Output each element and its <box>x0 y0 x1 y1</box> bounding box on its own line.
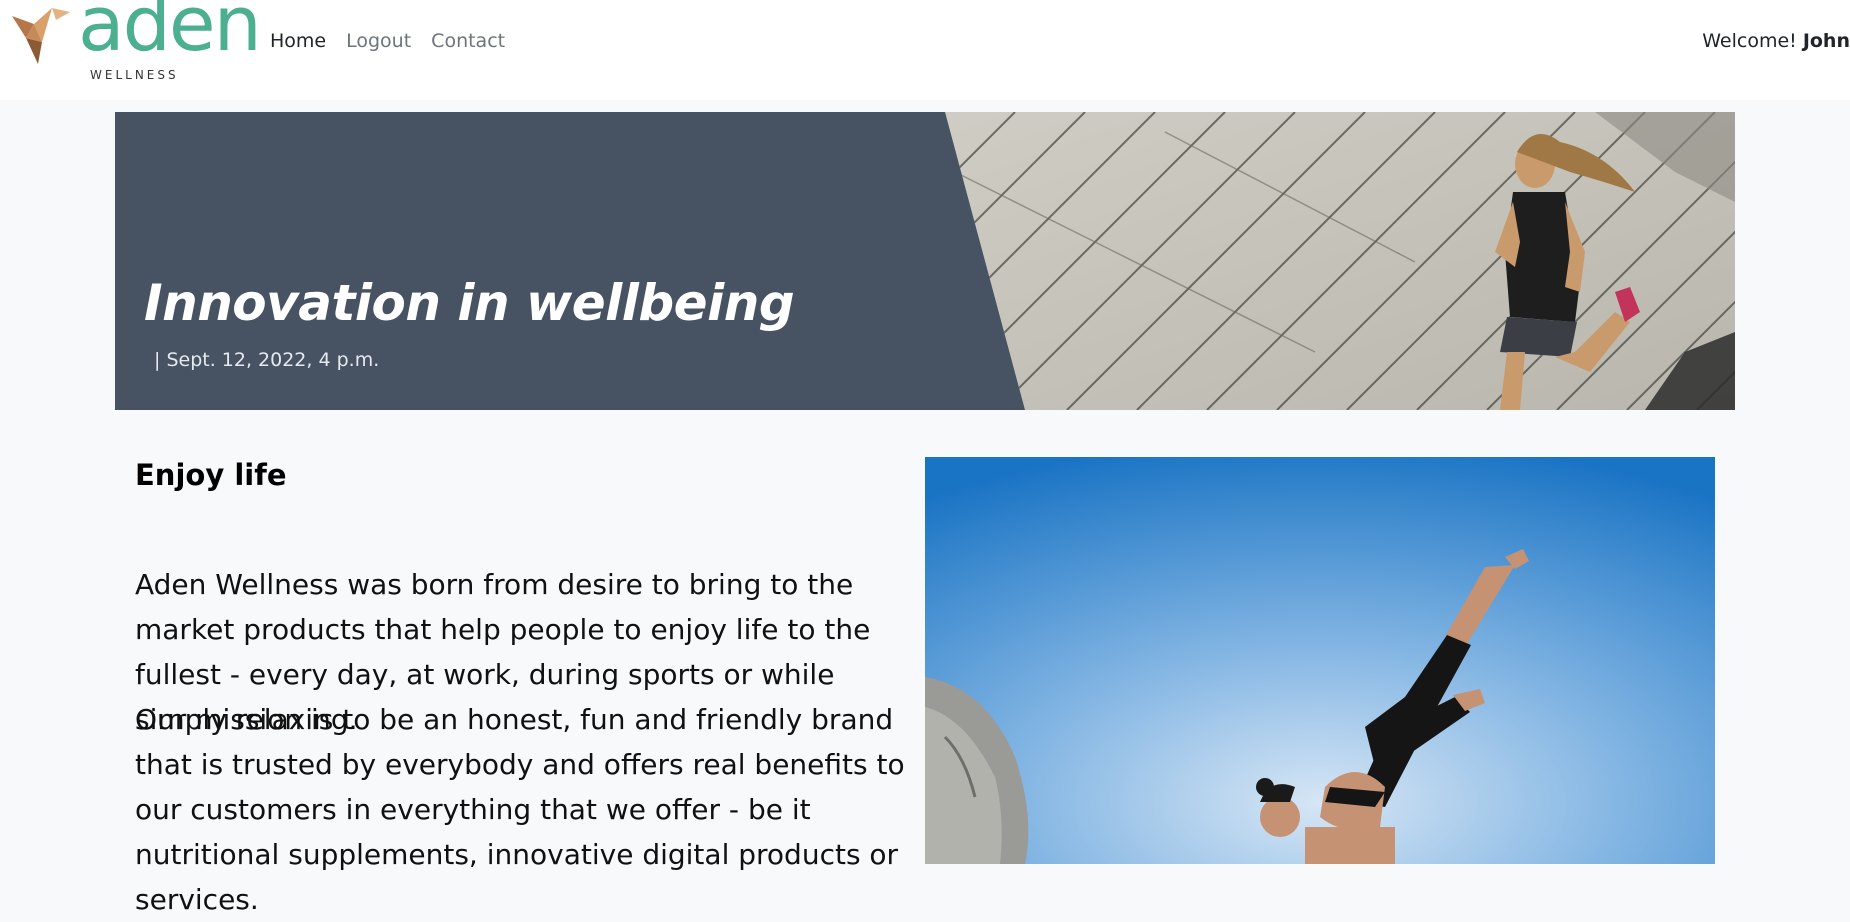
brand-logo[interactable]: aden WELLNESS <box>12 0 262 82</box>
nav-links: Home Logout Contact <box>270 30 505 52</box>
article-heading-wrap: Enjoy life <box>135 458 925 492</box>
welcome-message: Welcome! John <box>1702 30 1850 52</box>
article-paragraph-2: Our mission is to be an honest, fun and … <box>135 703 905 916</box>
hero-banner: Innovation in wellbeing | Sept. 12, 2022… <box>115 112 1735 410</box>
top-navbar: aden WELLNESS Home Logout Contact Welcom… <box>0 0 1850 100</box>
hero-date: | Sept. 12, 2022, 4 p.m. <box>154 349 380 371</box>
welcome-prefix: Welcome! <box>1702 30 1797 52</box>
user-name: John <box>1802 30 1850 52</box>
hero-title: Innovation in wellbeing <box>144 274 795 332</box>
yoga-image-icon <box>925 457 1715 864</box>
nav-home-link[interactable]: Home <box>270 30 326 52</box>
nav-logout-link[interactable]: Logout <box>346 30 411 52</box>
nav-contact-link[interactable]: Contact <box>431 30 505 52</box>
logo-wordmark: aden <box>78 0 262 68</box>
yoga-photo <box>925 457 1715 864</box>
origami-bird-icon <box>12 8 70 64</box>
logo-subtext: WELLNESS <box>90 68 179 82</box>
article-heading: Enjoy life <box>135 458 287 492</box>
